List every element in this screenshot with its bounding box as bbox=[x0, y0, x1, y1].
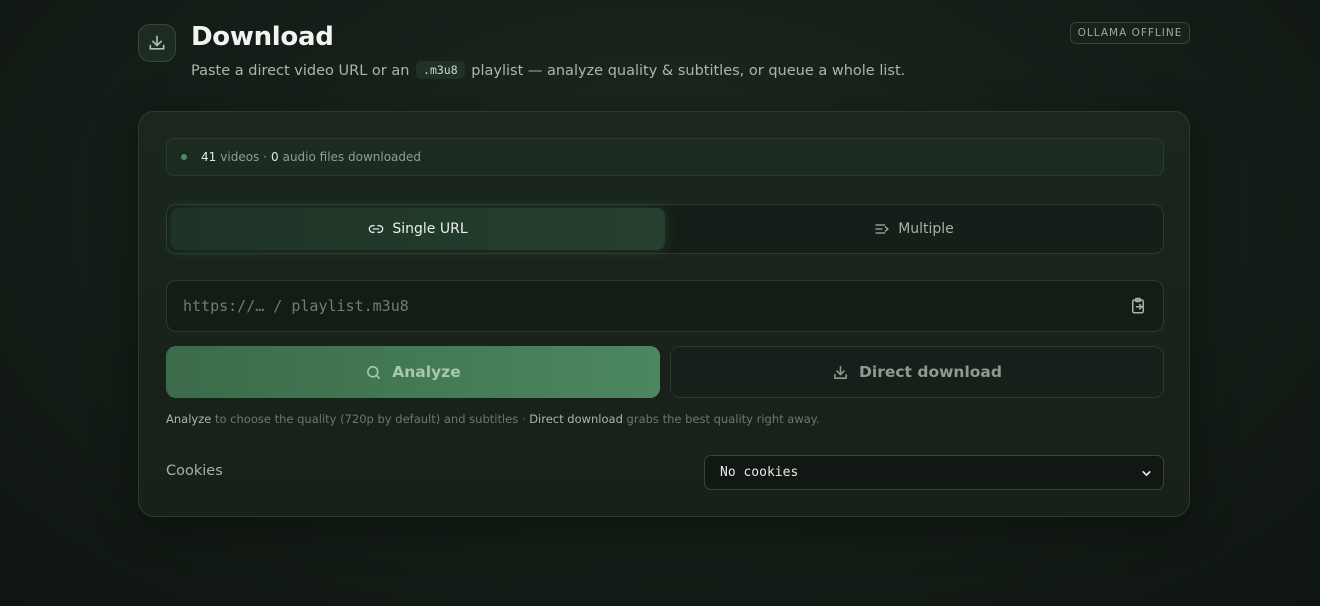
hint-direct-word: Direct download bbox=[529, 412, 623, 426]
download-card: 41 videos · 0 audio files downloaded Sin… bbox=[138, 111, 1190, 517]
page-subtitle: Paste a direct video URL or an .m3u8 pla… bbox=[191, 61, 906, 79]
m3u8-code-chip: .m3u8 bbox=[416, 61, 465, 79]
clipboard-paste-icon[interactable] bbox=[1129, 297, 1147, 315]
link-icon bbox=[369, 225, 384, 233]
analyze-button[interactable]: Analyze bbox=[166, 346, 660, 398]
usage-hint: Analyze to choose the quality (720p by d… bbox=[166, 412, 820, 426]
cookies-selected-value: No cookies bbox=[720, 465, 799, 480]
list-icon bbox=[875, 224, 889, 234]
download-icon bbox=[149, 35, 165, 50]
videos-count: 41 bbox=[201, 150, 217, 164]
direct-download-button[interactable]: Direct download bbox=[670, 346, 1164, 398]
download-icon bbox=[834, 365, 847, 379]
direct-download-label: Direct download bbox=[859, 363, 1002, 381]
subtitle-text-start: Paste a direct video URL or an bbox=[191, 63, 410, 79]
hint-analyze-text: to choose the quality (720p by default) … bbox=[214, 412, 526, 426]
tab-multiple[interactable]: Multiple bbox=[667, 208, 1161, 250]
tab-single-url[interactable]: Single URL bbox=[171, 208, 665, 250]
cookies-label: Cookies bbox=[166, 463, 223, 479]
subtitle-text-end: playlist — analyze quality & subtitles, … bbox=[471, 63, 906, 79]
tab-single-url-label: Single URL bbox=[392, 221, 468, 237]
hint-analyze-word: Analyze bbox=[166, 412, 212, 426]
videos-label: videos · bbox=[220, 150, 267, 164]
url-field bbox=[166, 280, 1164, 332]
tab-multiple-label: Multiple bbox=[898, 221, 954, 237]
page-title: Download bbox=[191, 22, 334, 52]
analyze-button-label: Analyze bbox=[392, 363, 461, 381]
cookies-select[interactable]: No cookies bbox=[704, 455, 1164, 490]
audio-count: 0 bbox=[270, 150, 279, 164]
chevron-down-icon bbox=[1142, 471, 1151, 476]
url-input[interactable] bbox=[167, 281, 1107, 331]
ollama-status-badge: OLLAMA OFFLINE bbox=[1070, 22, 1190, 44]
hint-direct-text: grabs the best quality right away. bbox=[626, 412, 820, 426]
audio-label: audio files downloaded bbox=[282, 150, 422, 164]
download-icon-tile bbox=[138, 24, 176, 62]
status-dot bbox=[181, 154, 187, 160]
mode-tabs: Single URL Multiple bbox=[166, 204, 1164, 254]
download-stats-bar: 41 videos · 0 audio files downloaded bbox=[166, 138, 1164, 176]
search-icon bbox=[367, 365, 381, 379]
